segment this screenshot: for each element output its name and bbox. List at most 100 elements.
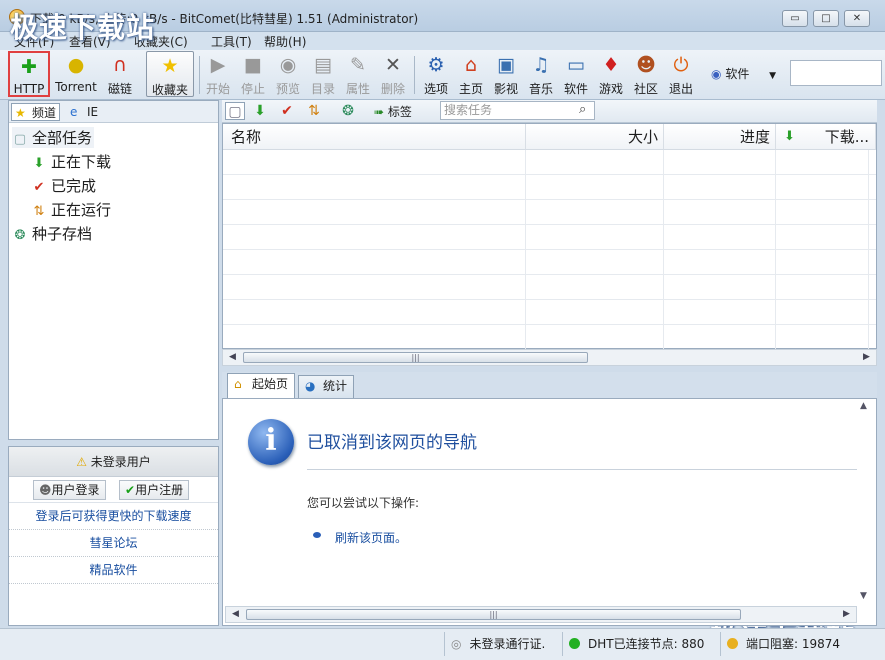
tags-button[interactable]: ➠ 标签: [374, 103, 412, 120]
search-icon[interactable]: ⌕: [579, 102, 586, 117]
scrollbar-thumb[interactable]: |||: [246, 609, 741, 620]
table-row: [223, 225, 876, 250]
status-green-dot-icon: [569, 638, 580, 649]
table-row: [223, 175, 876, 200]
user-login-button[interactable]: ☻用户登录: [33, 480, 106, 500]
magnet-icon: ∩: [113, 54, 127, 76]
film-icon: ▣: [497, 54, 515, 76]
scroll-left-arrow-icon[interactable]: ◀: [228, 607, 243, 622]
try-following-text: 您可以尝试以下操作:: [307, 496, 420, 510]
http-button[interactable]: ✚ HTTP: [8, 51, 50, 97]
chevron-down-icon: ▼: [769, 71, 777, 81]
games-button[interactable]: ♦ 游戏: [596, 51, 626, 97]
login-status: ⚠ 未登录用户: [9, 447, 218, 477]
select-all-icon[interactable]: ▢: [225, 102, 245, 120]
user-register-button[interactable]: ✔用户注册: [119, 480, 190, 500]
scroll-down-arrow-icon[interactable]: ▼: [860, 591, 867, 601]
stats-icon: ◕: [305, 379, 316, 393]
toolbar-search-input[interactable]: [790, 60, 882, 86]
scroll-up-arrow-icon[interactable]: ▲: [860, 401, 867, 411]
tree-item-all-tasks[interactable]: ▢ 全部任务: [12, 127, 95, 148]
video-button[interactable]: ▣ 影视: [491, 51, 521, 97]
start-button[interactable]: ▶ 开始: [203, 51, 233, 97]
toolbar-separator: [414, 56, 415, 94]
download-arrow-icon: ⬇: [784, 129, 795, 144]
bottom-panel-tabs: ⌂ 起始页 ◕ 统计: [222, 372, 877, 398]
status-bar: ◎ 未登录通行证. DHT已连接节点: 880 端口阻塞: 19874: [0, 628, 885, 660]
task-search-input[interactable]: 搜索任务: [440, 101, 595, 120]
start-page-icon: ⌂: [234, 377, 242, 391]
column-header-name[interactable]: 名称: [223, 124, 526, 150]
up-down-arrows-icon[interactable]: ⇅: [304, 102, 324, 120]
table-row: [223, 275, 876, 300]
port-status: 端口阻塞: 19874: [720, 632, 840, 656]
scroll-right-arrow-icon[interactable]: ▶: [839, 607, 854, 622]
home-icon: ⌂: [464, 54, 478, 76]
tree-item-running[interactable]: ⇅ 正在运行: [31, 199, 111, 220]
favorites-button[interactable]: ★ 收藏夹: [146, 51, 194, 97]
directory-button[interactable]: ▤ 目录: [308, 51, 338, 97]
download-arrow-icon: ⬇: [33, 156, 45, 171]
login-status-text[interactable]: ◎ 未登录通行证.: [444, 632, 545, 656]
featured-software-link[interactable]: 精品软件: [9, 557, 218, 584]
tree-item-downloading[interactable]: ⬇ 正在下载: [31, 151, 111, 172]
faster-speed-link[interactable]: 登录后可获得更快的下载速度: [9, 503, 218, 530]
passport-icon: ◎: [451, 637, 462, 651]
scrollbar-thumb[interactable]: |||: [243, 352, 588, 363]
refresh-page-link[interactable]: 刷新该页面。: [335, 529, 407, 546]
tab-channel[interactable]: ★ 频道: [11, 103, 61, 121]
home-button[interactable]: ⌂ 主页: [456, 51, 486, 97]
scroll-left-arrow-icon[interactable]: ◀: [225, 350, 240, 365]
tab-start-page[interactable]: ⌂ 起始页: [227, 373, 296, 398]
browser-horizontal-scrollbar[interactable]: ◀ ||| ▶: [225, 606, 857, 623]
toolbar-separator: [199, 56, 200, 94]
menu-help[interactable]: 帮助(H): [264, 33, 306, 50]
watermark-top: 极速下载站: [10, 11, 156, 44]
tree-item-torrent-archive[interactable]: ❂ 种子存档: [12, 223, 92, 244]
forum-link[interactable]: 彗星论坛: [9, 530, 218, 557]
torrent-button[interactable]: ● Torrent: [52, 51, 100, 97]
add-page-icon: ✚: [21, 56, 37, 78]
music-button[interactable]: ♫ 音乐: [526, 51, 556, 97]
status-yellow-dot-icon: [727, 638, 738, 649]
people-icon: ☻: [636, 54, 656, 76]
preview-button[interactable]: ◉ 预览: [273, 51, 303, 97]
users-icon: ☻: [39, 483, 52, 497]
magnet-button[interactable]: ∩ 磁链: [103, 51, 137, 97]
properties-button[interactable]: ✎ 属性: [343, 51, 373, 97]
table-horizontal-scrollbar[interactable]: ◀ ||| ▶: [222, 349, 877, 366]
column-header-size[interactable]: 大小: [526, 124, 664, 150]
title-divider: [307, 469, 857, 470]
archive-icon[interactable]: ❂: [338, 102, 358, 120]
torrent-seed-icon: ●: [67, 54, 85, 76]
star-icon: ★: [15, 106, 26, 120]
exit-button[interactable]: ⏻ 退出: [666, 51, 696, 97]
menu-tools[interactable]: 工具(T): [211, 33, 252, 50]
account-buttons: ☻用户登录 ✔用户注册: [9, 477, 218, 503]
stop-button[interactable]: ■ 停止: [238, 51, 268, 97]
tab-stats[interactable]: ◕ 统计: [298, 375, 355, 398]
main-toolbar: ✚ HTTP ● Torrent ∩ 磁链 ★ 收藏夹 ▶ 开始 ■ 停止 ◉ …: [0, 50, 885, 100]
scroll-right-arrow-icon[interactable]: ▶: [859, 350, 874, 365]
minimize-button[interactable]: ▭: [782, 10, 808, 27]
delete-button[interactable]: ✕ 删除: [378, 51, 408, 97]
software-dropdown[interactable]: ◉ 软件 ▼: [711, 65, 776, 82]
checkmark-icon[interactable]: ✔: [277, 102, 297, 120]
download-arrow-icon[interactable]: ⬇: [250, 102, 270, 120]
maximize-button[interactable]: □: [813, 10, 839, 27]
browser-vertical-scrollbar[interactable]: ▲ ▼: [857, 401, 873, 606]
checkmark-circle-icon: ✔: [125, 483, 136, 497]
close-button[interactable]: ✕: [844, 10, 870, 27]
table-row: [223, 250, 876, 275]
column-header-download-speed[interactable]: ⬇ 下载...: [776, 124, 876, 150]
community-button[interactable]: ☻ 社区: [631, 51, 661, 97]
tree-item-completed[interactable]: ✔ 已完成: [31, 175, 96, 196]
column-header-progress[interactable]: 进度: [664, 124, 776, 150]
game-icon: ♦: [602, 54, 620, 76]
software-button[interactable]: ▭ 软件: [561, 51, 591, 97]
options-button[interactable]: ⚙ 选项: [421, 51, 451, 97]
task-toolbar: ▢ ⬇ ✔ ⇅ ❂ ➠ 标签 搜索任务 ⌕: [222, 100, 877, 123]
table-row: [223, 150, 876, 175]
start-page-browser: i 已取消到该网页的导航 您可以尝试以下操作: 刷新该页面。 ▲ ▼ ◀ |||…: [222, 398, 877, 626]
tab-ie[interactable]: e IE: [67, 103, 98, 121]
